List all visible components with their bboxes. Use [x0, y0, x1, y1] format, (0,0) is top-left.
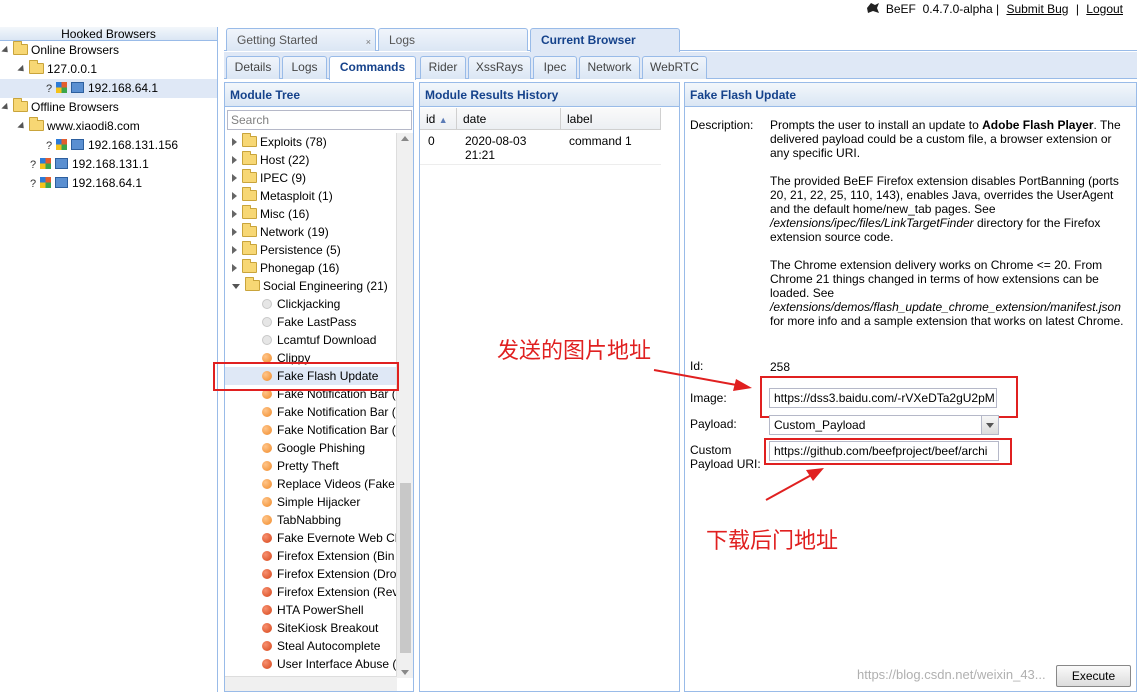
- arrow-icon: [653, 369, 752, 391]
- arrow-icon: [765, 468, 824, 501]
- watermark: https://blog.csdn.net/weixin_43...: [857, 667, 1046, 682]
- annotation-arrows: [213, 362, 824, 501]
- module-highlight-box: [213, 362, 399, 391]
